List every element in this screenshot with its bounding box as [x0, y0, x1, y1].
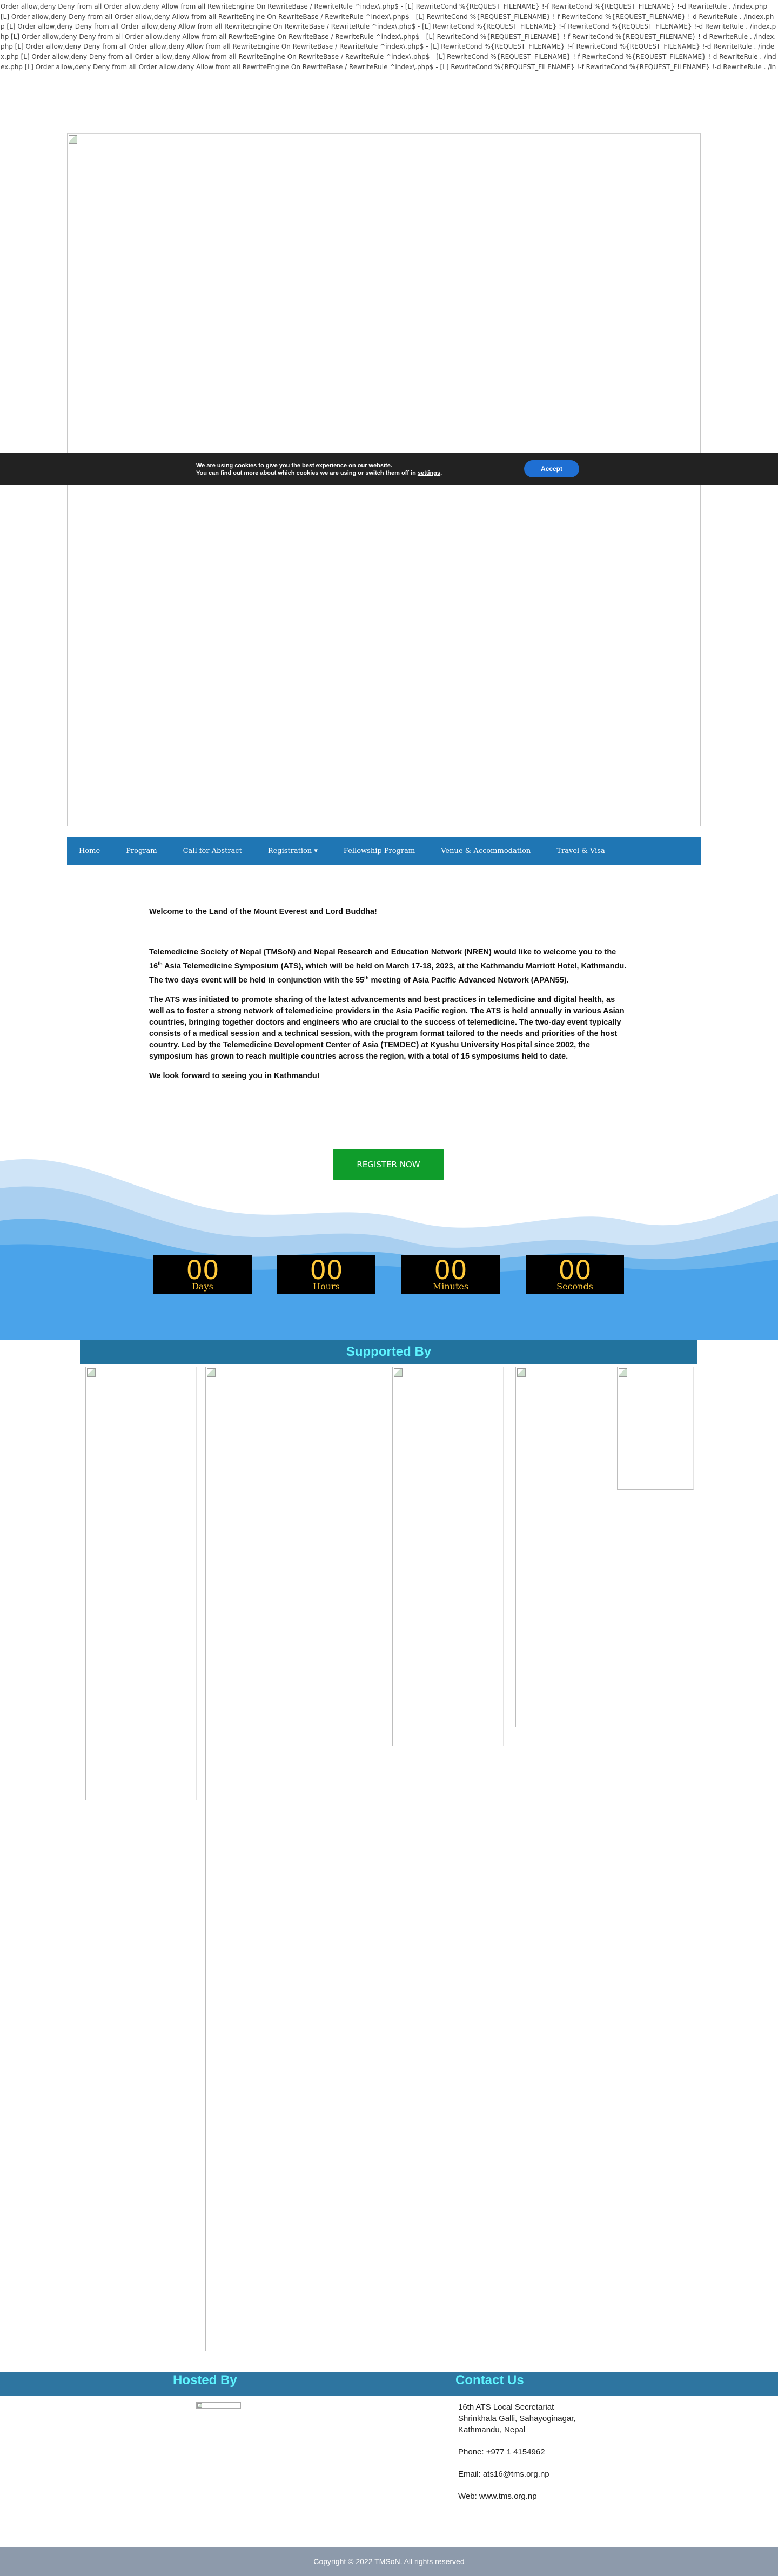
nav-item-registration-label: Registration — [267, 847, 312, 855]
countdown-minutes-label: Minutes — [432, 1281, 469, 1292]
copyright-bar: Copyright © 2022 TMSoN. All rights reser… — [0, 2547, 778, 2576]
welcome-p1-sup-1: th — [158, 961, 163, 966]
cookie-line-2: You can find out more about which cookie… — [196, 469, 442, 477]
footer-heading-band — [0, 2372, 778, 2396]
contact-details: 16th ATS Local Secretariat Shrinkhala Ga… — [458, 2402, 576, 2502]
supporter-logo-2 — [205, 1367, 381, 2351]
nav-item-call-for-abstract[interactable]: Call for Abstract — [183, 847, 242, 855]
countdown-seconds-label: Seconds — [556, 1281, 593, 1292]
welcome-heading: Welcome to the Land of the Mount Everest… — [149, 907, 377, 916]
welcome-paragraph-3: We look forward to seeing you in Kathman… — [149, 1071, 320, 1080]
htaccess-text-dump: Order allow,deny Deny from all Order all… — [1, 3, 776, 71]
contact-address-city: Kathmandu, Nepal — [458, 2425, 526, 2434]
contact-address-street: Shrinkhala Galli, Sahayoginagar, — [458, 2414, 576, 2423]
supporter-logo-3 — [392, 1367, 504, 1746]
contact-phone: Phone: +977 1 4154962 — [458, 2447, 545, 2457]
nav-item-program[interactable]: Program — [126, 847, 157, 855]
supporter-logo-4 — [515, 1367, 612, 1727]
cookie-line-2-suffix: . — [440, 470, 442, 476]
contact-web[interactable]: Web: www.tms.org.np — [458, 2491, 576, 2502]
supporter-logo-1 — [85, 1367, 197, 1800]
welcome-paragraph-1: Telemedicine Society of Nepal (TMSoN) an… — [149, 947, 627, 986]
broken-image-icon — [87, 1368, 96, 1377]
broken-image-icon — [619, 1368, 627, 1377]
countdown-hours: 00 Hours — [277, 1255, 375, 1294]
contact-secretariat: 16th ATS Local Secretariat — [458, 2403, 554, 2412]
hosted-by-heading: Hosted By — [173, 2373, 237, 2387]
supported-by-heading: Supported By — [80, 1340, 697, 1364]
nav-item-venue-accommodation[interactable]: Venue & Accommodation — [441, 847, 531, 855]
welcome-paragraph-2: The ATS was initiated to promote sharing… — [149, 995, 625, 1061]
contact-email[interactable]: Email: ats16@tms.org.np — [458, 2469, 576, 2480]
register-now-button[interactable]: REGISTER NOW — [333, 1149, 444, 1180]
broken-image-icon — [517, 1368, 526, 1377]
cookie-settings-link[interactable]: settings — [418, 470, 440, 476]
countdown-minutes: 00 Minutes — [401, 1255, 500, 1294]
cookie-notice-text: We are using cookies to give you the bes… — [196, 462, 442, 477]
welcome-section: Welcome to the Land of the Mount Everest… — [149, 906, 627, 1090]
countdown-hours-label: Hours — [313, 1281, 340, 1292]
broken-image-icon — [394, 1368, 403, 1377]
host-logo — [196, 2402, 241, 2409]
countdown-days-label: Days — [192, 1281, 213, 1292]
cookie-line-2-prefix: You can find out more about which cookie… — [196, 470, 418, 476]
nav-item-fellowship-program[interactable]: Fellowship Program — [344, 847, 415, 855]
countdown-days: 00 Days — [153, 1255, 252, 1294]
cookie-notice-bar: We are using cookies to give you the bes… — [0, 453, 778, 485]
countdown-seconds: 00 Seconds — [526, 1255, 624, 1294]
broken-image-icon — [69, 135, 77, 144]
broken-image-icon — [197, 2403, 202, 2408]
welcome-p1-sup-2: th — [364, 974, 369, 980]
chevron-down-icon: ▾ — [314, 847, 318, 855]
nav-item-travel-visa[interactable]: Travel & Visa — [556, 847, 605, 855]
main-navbar: Home Program Call for Abstract Registrat… — [67, 837, 701, 865]
contact-us-heading: Contact Us — [455, 2373, 524, 2387]
supporter-logo-5 — [617, 1367, 694, 1490]
cookie-line-1: We are using cookies to give you the bes… — [196, 462, 392, 469]
welcome-p1-part-c: meeting of Asia Pacific Advanced Network… — [368, 976, 569, 985]
nav-item-registration[interactable]: Registration ▾ — [268, 847, 318, 855]
broken-image-icon — [207, 1368, 216, 1377]
cookie-accept-button[interactable]: Accept — [524, 460, 579, 477]
nav-item-home[interactable]: Home — [79, 847, 100, 855]
